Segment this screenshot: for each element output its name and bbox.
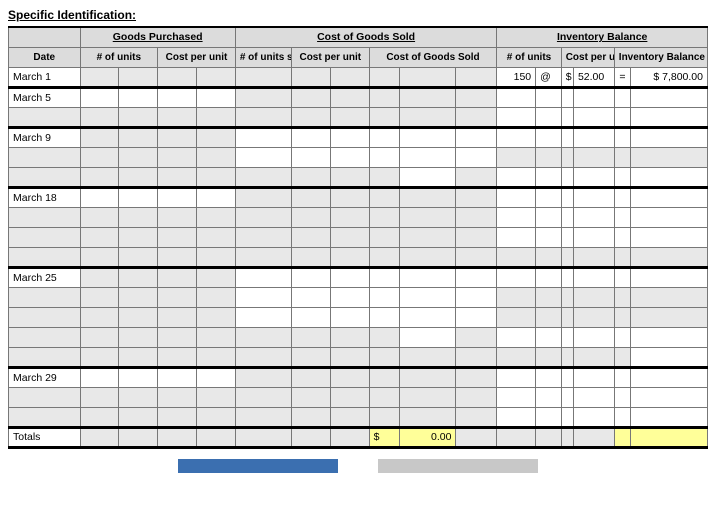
table-row: March 1 150 @ $ 52.00 = $ 7,800.00 xyxy=(9,67,708,87)
col-ib-units: # of units xyxy=(497,47,561,67)
ib-cost[interactable]: 52.00 xyxy=(573,67,614,87)
date-cell: March 29 xyxy=(9,367,81,387)
table-row xyxy=(9,227,708,247)
primary-button[interactable] xyxy=(178,459,338,473)
table-row xyxy=(9,327,708,347)
page-title: Specific Identification: xyxy=(8,8,708,22)
table-row xyxy=(9,407,708,427)
date-cell: March 25 xyxy=(9,267,81,287)
col-gp-cost: Cost per unit xyxy=(158,47,236,67)
totals-label: Totals xyxy=(9,427,81,447)
col-ib-cost: Cost per unit xyxy=(561,47,614,67)
ib-eq: = xyxy=(614,67,630,87)
ib-cost-prefix: $ xyxy=(561,67,573,87)
table-row xyxy=(9,307,708,327)
col-cogs-units: # of units sold xyxy=(235,47,291,67)
table-row xyxy=(9,347,708,367)
totals-ib-prefix xyxy=(614,427,630,447)
inventory-table: Goods Purchased Cost of Goods Sold Inven… xyxy=(8,26,708,449)
date-cell: March 5 xyxy=(9,87,81,107)
col-gp-units: # of units xyxy=(80,47,158,67)
table-row xyxy=(9,247,708,267)
table-row: March 9 xyxy=(9,127,708,147)
table-row xyxy=(9,147,708,167)
totals-cogs-value[interactable]: 0.00 xyxy=(400,427,456,447)
date-cell: March 1 xyxy=(9,67,81,87)
table-row xyxy=(9,167,708,187)
section-cogs: Cost of Goods Sold xyxy=(235,27,497,47)
table-row xyxy=(9,107,708,127)
table-row: March 5 xyxy=(9,87,708,107)
col-ib-total: Inventory Balance xyxy=(614,47,707,67)
secondary-button[interactable] xyxy=(378,459,538,473)
totals-cogs-prefix: $ xyxy=(369,427,400,447)
section-goods-purchased: Goods Purchased xyxy=(80,27,235,47)
table-row: March 18 xyxy=(9,187,708,207)
totals-row: Totals $ 0.00 xyxy=(9,427,708,447)
footer-bar xyxy=(8,459,708,473)
date-cell: March 9 xyxy=(9,127,81,147)
ib-units[interactable]: 150 xyxy=(497,67,536,87)
col-date: Date xyxy=(9,47,81,67)
ib-total[interactable]: $ 7,800.00 xyxy=(631,67,708,87)
table-row: March 25 xyxy=(9,267,708,287)
section-inventory-balance: Inventory Balance xyxy=(497,27,708,47)
table-row xyxy=(9,207,708,227)
table-row: March 29 xyxy=(9,367,708,387)
table-row xyxy=(9,387,708,407)
totals-ib-value[interactable] xyxy=(631,427,708,447)
ib-at: @ xyxy=(536,67,562,87)
col-cogs-cost: Cost per unit xyxy=(292,47,370,67)
col-cogs-total: Cost of Goods Sold xyxy=(369,47,497,67)
date-cell: March 18 xyxy=(9,187,81,207)
table-row xyxy=(9,287,708,307)
